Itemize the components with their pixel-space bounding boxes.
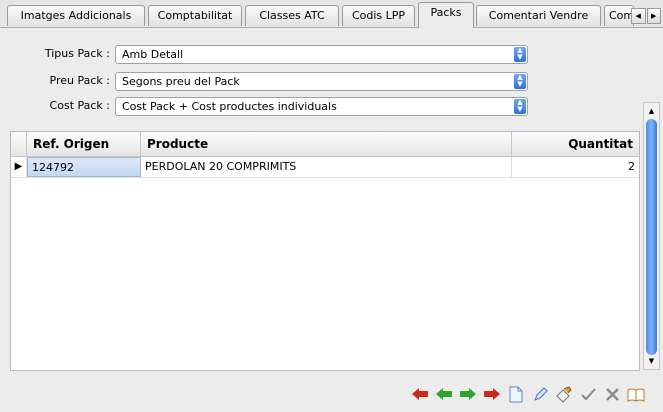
column-header-producte[interactable]: Producte [141,132,512,156]
cost-pack-value: Cost Pack + Cost productes individuals [122,100,337,113]
cell-ref-origen[interactable]: 124792 [27,157,141,177]
tab-packs[interactable]: Packs [418,2,474,28]
scroll-up-icon[interactable]: ▲ [644,104,659,118]
edit-pencil-icon[interactable] [531,385,549,403]
vertical-scrollbar[interactable]: ▲ ▼ [643,102,660,370]
tab-bar: Imatges Addicionals Comptabilitat Classe… [0,0,663,28]
tab-imatges-addicionals[interactable]: Imatges Addicionals [7,5,145,26]
navigation-toolbar [411,383,645,405]
cost-pack-select[interactable]: Cost Pack + Cost productes individuals ▲… [115,97,528,116]
select-stepper-icon: ▲ ▼ [514,99,526,114]
row-pointer-icon: ▶ [11,157,27,177]
cost-pack-label: Cost Pack : [49,99,110,112]
select-stepper-icon: ▲ ▼ [514,47,526,62]
table-row[interactable]: ▶ 124792 PERDOLAN 20 COMPRIMITS 2 [11,157,639,178]
pack-products-grid: Ref. Origen Producte Quantitat ▶ 124792 … [10,131,640,371]
tab-codis-lpp[interactable]: Codis LPP [342,5,415,26]
paint-brush-icon[interactable] [555,385,573,403]
tab-com[interactable]: Com [604,5,634,26]
tab-comentari-vendre[interactable]: Comentari Vendre [476,5,601,26]
cell-producte[interactable]: PERDOLAN 20 COMPRIMITS [141,157,512,177]
tab-scroll-arrows: ◀ ▶ [631,8,661,24]
tab-comptabilitat[interactable]: Comptabilitat [148,5,242,26]
tab-scroll-left-icon[interactable]: ◀ [631,8,646,24]
tab-classes-atc[interactable]: Classes ATC [245,5,339,26]
open-book-icon[interactable] [627,385,645,403]
grid-header: Ref. Origen Producte Quantitat [11,132,639,157]
cell-quantitat[interactable]: 2 [512,157,639,177]
tipus-pack-label: Tipus Pack : [44,47,110,60]
column-header-quantitat[interactable]: Quantitat [512,132,639,156]
tipus-pack-select[interactable]: Amb Detall ▲ ▼ [115,45,528,64]
select-stepper-icon: ▲ ▼ [514,74,526,89]
preu-pack-value: Segons preu del Pack [122,75,240,88]
preu-pack-select[interactable]: Segons preu del Pack ▲ ▼ [115,72,528,91]
first-record-icon[interactable] [411,385,429,403]
scroll-thumb[interactable] [646,119,657,355]
preu-pack-label: Preu Pack : [49,74,110,87]
row-indicator-header [11,132,27,156]
scroll-down-icon[interactable]: ▼ [644,354,659,368]
next-record-icon[interactable] [459,385,477,403]
tab-scroll-right-icon[interactable]: ▶ [646,8,661,24]
new-document-icon[interactable] [507,385,525,403]
check-icon[interactable] [579,385,597,403]
previous-record-icon[interactable] [435,385,453,403]
tipus-pack-value: Amb Detall [122,48,184,61]
last-record-icon[interactable] [483,385,501,403]
cancel-x-icon[interactable] [603,385,621,403]
column-header-ref-origen[interactable]: Ref. Origen [27,132,141,156]
